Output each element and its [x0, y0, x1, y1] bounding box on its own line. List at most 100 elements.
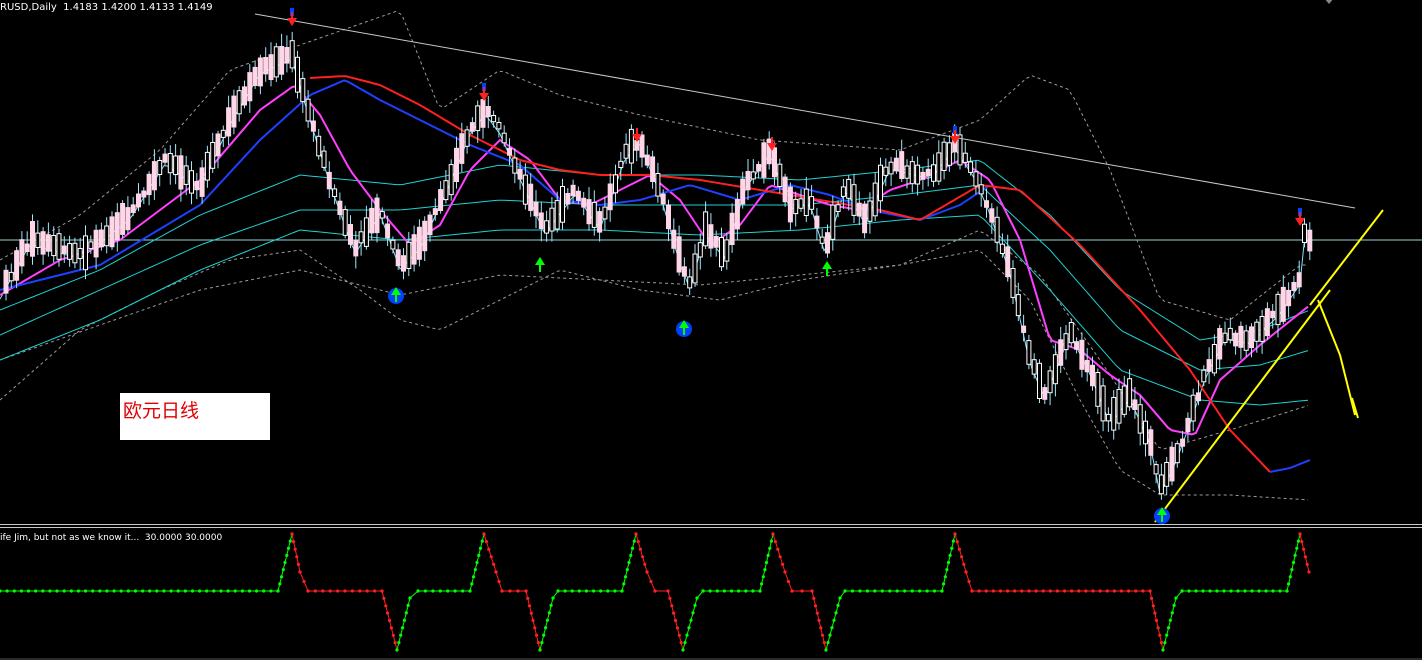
- indicator-dot: [1156, 626, 1160, 630]
- indicator-dot: [960, 555, 964, 559]
- candle-body: [613, 174, 618, 194]
- indicator-dot: [778, 555, 782, 559]
- candle-body: [1254, 321, 1260, 342]
- candle-body: [899, 151, 905, 180]
- candle-body: [856, 202, 862, 217]
- indicator-dot: [269, 589, 273, 593]
- candle-body: [803, 188, 809, 217]
- candle-body: [1169, 446, 1175, 482]
- candle-body: [883, 166, 889, 176]
- indicator-dot: [262, 589, 266, 593]
- indicator-dot: [91, 589, 95, 593]
- indicator-dot: [895, 589, 899, 593]
- indicator-dot: [473, 568, 477, 572]
- indicator-dot: [1159, 641, 1163, 645]
- indicator-dot: [1006, 589, 1010, 593]
- indicator-dot: [766, 553, 770, 557]
- indicator-dot: [1264, 589, 1268, 593]
- indicator-dot: [298, 570, 302, 574]
- indicator-dot: [313, 589, 317, 593]
- indicator-dot: [1112, 589, 1116, 593]
- candle-body: [893, 157, 899, 172]
- indicator-dot: [423, 589, 427, 593]
- indicator-dot: [1084, 589, 1088, 593]
- indicator-dot: [625, 568, 629, 572]
- indicator-dot: [943, 575, 947, 579]
- candle-body: [909, 161, 915, 185]
- indicator-dot: [673, 618, 678, 623]
- indicator-line: [954, 533, 1150, 592]
- indicator-dot: [570, 589, 574, 593]
- candle-body: [1291, 282, 1297, 291]
- indicator-dot: [800, 589, 804, 593]
- indicator-dot: [634, 532, 638, 536]
- indicator-dot: [295, 555, 299, 559]
- candle-body: [1275, 293, 1281, 326]
- indicator-dot: [155, 589, 159, 593]
- indicator-dot: [1229, 589, 1233, 593]
- indicator-dot: [350, 589, 354, 593]
- candle-body: [475, 105, 481, 132]
- indicator-dot: [1194, 589, 1198, 593]
- candle-body: [72, 242, 78, 264]
- indicator-line: [396, 590, 470, 651]
- candle-body: [1280, 286, 1286, 322]
- indicator-dot: [880, 589, 884, 593]
- indicator-dot: [279, 575, 284, 579]
- candle-body: [1052, 354, 1058, 385]
- indicator-dot: [336, 589, 340, 593]
- indicator-dot: [524, 589, 528, 593]
- candle-body: [1063, 333, 1069, 351]
- indicator-dot: [817, 618, 821, 623]
- indicator-dot: [373, 589, 377, 593]
- indicator-dot: [358, 589, 362, 593]
- price-chart[interactable]: [0, 0, 1422, 524]
- indicator-dot: [1034, 589, 1038, 593]
- indicator-dot: [397, 641, 401, 645]
- indicator-dot: [431, 589, 435, 593]
- ma-magenta: [0, 85, 1309, 436]
- indicator-dot: [627, 560, 631, 565]
- candle-body: [40, 231, 46, 255]
- indicator-dot: [1020, 589, 1024, 593]
- candle-body: [93, 229, 99, 258]
- candle-body: [655, 173, 661, 197]
- candle-body: [1137, 404, 1143, 434]
- candle-body: [692, 253, 698, 284]
- text-label-box[interactable]: 欧元日线: [120, 393, 270, 440]
- indicator-dot: [643, 562, 647, 566]
- indicator-pane[interactable]: [0, 528, 1422, 660]
- candle-body: [1058, 339, 1064, 366]
- candle-body: [522, 174, 528, 205]
- indicator-dot: [636, 540, 640, 544]
- indicator-dot: [1285, 589, 1289, 593]
- candle-body: [173, 155, 179, 176]
- candle-body: [872, 182, 878, 217]
- indicator-dot: [1287, 582, 1291, 586]
- indicator-dot: [477, 553, 481, 557]
- indicator-dot: [729, 589, 734, 593]
- candle-body: [597, 211, 603, 233]
- candle-body: [745, 171, 751, 191]
- indicator-dot: [500, 589, 504, 593]
- indicator-dot: [219, 589, 223, 593]
- candle-body: [263, 57, 269, 75]
- buy-arrow-icon: [676, 320, 692, 337]
- candle-body: [1010, 268, 1016, 298]
- indicator-dot: [822, 641, 826, 645]
- candle-body: [602, 206, 608, 220]
- candle-body: [671, 229, 677, 249]
- scroll-marker-icon[interactable]: [1324, 0, 1334, 4]
- candle-body: [1132, 399, 1138, 410]
- candle-body: [146, 173, 152, 196]
- indicator-dot: [592, 589, 596, 593]
- indicator-dot: [453, 589, 457, 593]
- indicator-dot: [399, 633, 403, 637]
- candle-body: [634, 140, 640, 151]
- indicator-dot: [526, 596, 530, 600]
- candle-body: [56, 233, 62, 260]
- indicator-dot: [962, 562, 966, 566]
- indicator-dot: [12, 589, 16, 593]
- candle-body: [782, 176, 788, 203]
- indicator-dot: [764, 560, 769, 565]
